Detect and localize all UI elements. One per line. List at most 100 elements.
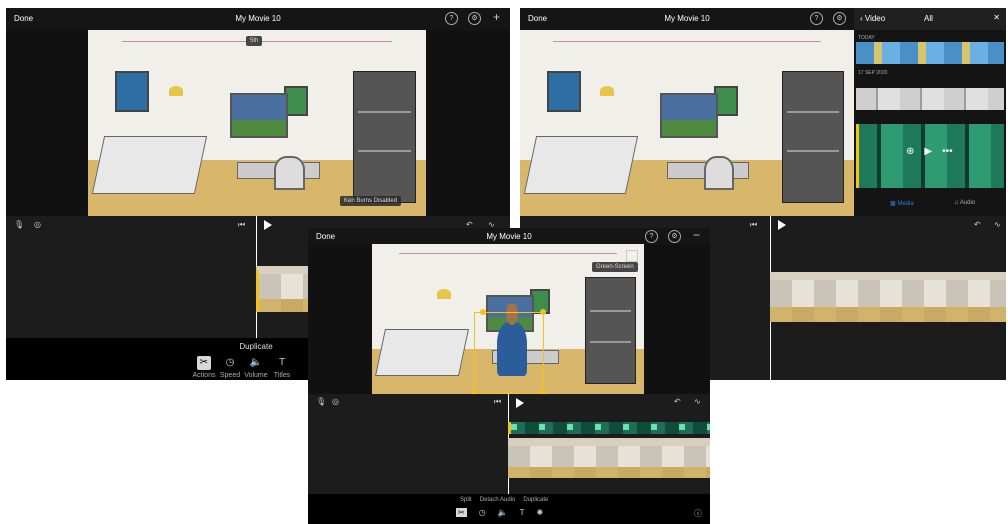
clip-actions: ⊕ ▶ •••	[906, 146, 953, 157]
shelf	[584, 277, 636, 384]
thumb-row-today[interactable]	[856, 42, 1004, 64]
top-bar: Done My Movie 10 ? ⚙	[520, 8, 854, 30]
speed-icon[interactable]: ◷	[479, 508, 486, 517]
top-bar: Done My Movie 10 ? ⚙ +	[6, 8, 510, 30]
chair	[273, 156, 305, 190]
minus-icon[interactable]: −	[691, 229, 702, 241]
scissors-icon[interactable]: ✂	[456, 508, 467, 517]
bed	[523, 135, 639, 194]
add-icon[interactable]: +	[491, 11, 502, 23]
ken-burns-toggle[interactable]: Ken Burns Disabled	[340, 196, 402, 206]
skip-back-icon[interactable]: ⏮	[238, 220, 245, 230]
section-today: TODAY	[858, 35, 875, 41]
titles-icon[interactable]: T	[520, 508, 525, 517]
tab-media[interactable]: ▦ Media	[890, 200, 914, 207]
lamp	[437, 289, 452, 299]
volume-icon[interactable]: 🔈	[498, 508, 508, 517]
viewer: 5th Ken Burns Disabled	[6, 30, 510, 216]
tab-audio[interactable]: ♫ Audio	[954, 200, 975, 206]
play-icon[interactable]	[264, 220, 272, 230]
expand-icon[interactable]: ⤢	[626, 250, 638, 262]
top-icons: ? ⚙	[810, 12, 846, 25]
timeline[interactable]: 🎙 ◎ ⏮ ↶ ∿	[308, 394, 710, 494]
filter-all[interactable]: All	[924, 14, 933, 23]
project-title: My Movie 10	[664, 14, 710, 23]
top-icons: ? ⚙ −	[645, 229, 702, 243]
more-icon[interactable]: •••	[942, 146, 953, 157]
titles-icon: T	[278, 357, 286, 368]
undo-icon[interactable]: ↶	[674, 397, 681, 406]
room-drawing	[88, 30, 426, 216]
help-icon[interactable]: ?	[445, 12, 458, 25]
detach-audio-action[interactable]: Detach Audio	[480, 497, 516, 503]
overlay-chip[interactable]: Green-Screen	[592, 262, 638, 272]
tool-actions[interactable]: ✂ Actions	[192, 356, 216, 379]
duplicate-action[interactable]: Duplicate	[523, 497, 548, 503]
overlay-clip-strip[interactable]	[508, 422, 710, 434]
tool-volume[interactable]: 🔈 Volume	[244, 356, 268, 379]
action-list: Split Detach Audio Duplicate	[460, 497, 548, 503]
ceiling-line	[553, 41, 821, 43]
resize-handle[interactable]	[480, 309, 486, 315]
wall-picture	[115, 70, 150, 113]
audio-wave-icon[interactable]: ∿	[694, 397, 701, 406]
project-title: My Movie 10	[235, 14, 281, 23]
browser-header: ‹ Video All ✕	[854, 8, 1006, 30]
clip-strip[interactable]	[508, 438, 710, 478]
camera-icon[interactable]: ◎	[34, 220, 41, 229]
filter-icon[interactable]: ✺	[537, 508, 544, 517]
top-bar: Done My Movie 10 ? ⚙ −	[308, 228, 710, 244]
room-drawing	[520, 30, 854, 216]
window	[660, 93, 718, 139]
undo-icon[interactable]: ↶	[974, 220, 981, 229]
bottom-toolbar: Split Detach Audio Duplicate ✂ ◷ 🔈 T ✺ ⓘ	[308, 494, 710, 524]
preview-play-icon[interactable]: ▶	[924, 146, 932, 157]
ceiling-line	[399, 253, 617, 254]
top-badge: 5th	[246, 36, 263, 46]
skip-back-icon[interactable]: ⏮	[750, 220, 757, 230]
wall-picture	[546, 70, 581, 113]
skip-back-icon[interactable]: ⏮	[494, 397, 501, 407]
settings-icon[interactable]: ⚙	[833, 12, 846, 25]
tool-icons: ✂ ◷ 🔈 T ✺	[456, 508, 543, 517]
section-date: 17 SEP 2020	[858, 70, 888, 76]
clip-strip[interactable]	[770, 272, 1006, 322]
overlay-selection-box[interactable]	[474, 312, 544, 394]
thumb-row-date[interactable]	[856, 88, 1004, 110]
media-browser: ‹ Video All ✕ TODAY 17 SEP 2020 ⊕ ▶ •••	[854, 8, 1006, 216]
mic-icon[interactable]: 🎙	[14, 220, 24, 229]
lamp	[600, 85, 615, 96]
tool-speed[interactable]: ◷ Speed	[218, 356, 242, 379]
shelf	[781, 70, 844, 204]
audio-wave-icon[interactable]: ∿	[994, 220, 1001, 229]
info-icon[interactable]: ⓘ	[694, 508, 702, 519]
add-clip-icon[interactable]: ⊕	[906, 146, 914, 157]
action-label[interactable]: Duplicate	[206, 342, 306, 351]
resize-handle[interactable]	[540, 309, 546, 315]
mic-icon[interactable]: 🎙	[316, 397, 326, 406]
settings-icon[interactable]: ⚙	[668, 230, 681, 243]
volume-icon: 🔈	[249, 357, 263, 368]
help-icon[interactable]: ?	[810, 12, 823, 25]
viewer	[520, 30, 854, 216]
settings-icon[interactable]: ⚙	[468, 12, 481, 25]
shelf	[353, 70, 416, 204]
scissors-icon: ✂	[197, 356, 211, 370]
play-icon[interactable]	[516, 398, 524, 408]
bed	[91, 135, 208, 194]
camera-icon[interactable]: ◎	[332, 397, 339, 406]
lamp	[169, 85, 184, 96]
help-icon[interactable]: ?	[645, 230, 658, 243]
play-icon[interactable]	[778, 220, 786, 230]
back-button[interactable]: ‹ Video	[860, 14, 885, 23]
tool-titles[interactable]: T Titles	[270, 356, 294, 379]
chair	[703, 156, 735, 190]
close-icon[interactable]: ✕	[993, 13, 1000, 22]
split-action[interactable]: Split	[460, 497, 472, 503]
bed	[375, 329, 469, 376]
speed-icon: ◷	[225, 357, 235, 368]
top-icons: ? ⚙ +	[445, 11, 502, 25]
window	[229, 93, 289, 139]
viewer: Green-Screen ⤢	[308, 244, 710, 395]
center-screenshot: Done My Movie 10 ? ⚙ − Green-Screen ⤢ 🎙 …	[308, 228, 710, 524]
